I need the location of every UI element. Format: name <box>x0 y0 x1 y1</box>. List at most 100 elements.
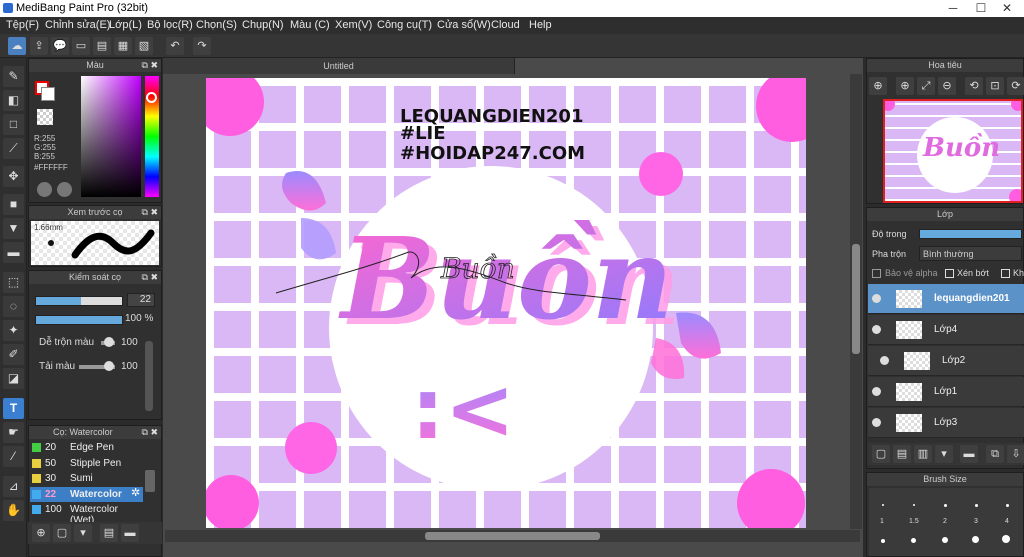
duplicate-layer-icon[interactable]: ⧉ <box>986 445 1004 463</box>
close-icon[interactable]: ✕ <box>994 0 1020 17</box>
maximize-icon[interactable]: ☐ <box>968 0 994 17</box>
rotate-left-icon[interactable]: ⟲ <box>965 77 983 95</box>
menu-window[interactable]: Cửa sổ(W) <box>437 19 491 31</box>
brush-size-value[interactable]: 22 <box>127 293 155 307</box>
brush-list-item[interactable]: 100 Watercolor (Wet) <box>30 502 143 526</box>
zoom-out-icon[interactable]: ⊖ <box>938 77 956 95</box>
panel-close-icon[interactable]: ⧉ ✖ <box>142 59 158 72</box>
cloud-icon[interactable]: ☁ <box>8 37 26 55</box>
fill-rect-icon[interactable]: ■ <box>3 194 24 215</box>
rotate-right-icon[interactable]: ⟳ <box>1007 77 1024 95</box>
canvas-hscroll[interactable] <box>165 530 860 542</box>
shape-tool-icon[interactable]: □ <box>3 114 24 135</box>
redo-icon[interactable]: ↷ <box>193 37 211 55</box>
select-pen-icon[interactable]: ✐ <box>3 344 24 365</box>
fit-window-icon[interactable]: ⤢ <box>917 77 935 95</box>
size-dot-10[interactable] <box>1002 535 1010 543</box>
size-dot-2[interactable] <box>913 504 915 506</box>
grid-icon[interactable]: ▦ <box>114 37 132 55</box>
panel-close-icon[interactable]: ⧉ ✖ <box>142 271 158 284</box>
bucket-tool-icon[interactable]: ▼ <box>3 218 24 239</box>
menu-cloud[interactable]: Cloud <box>491 19 520 31</box>
move-tool-icon[interactable]: ✥ <box>3 166 24 187</box>
menu-snap[interactable]: Chụp(N) <box>242 19 284 31</box>
window-icon[interactable]: ▭ <box>72 37 90 55</box>
menu-tools[interactable]: Công cụ(T) <box>377 19 432 31</box>
eye-icon[interactable] <box>872 387 881 396</box>
canvas-tab[interactable]: Untitled <box>163 58 515 74</box>
layer-menu-icon[interactable]: ▾ <box>935 445 953 463</box>
palette-icon[interactable] <box>37 182 52 197</box>
clipping-checkbox[interactable] <box>945 269 954 278</box>
layer-opacity-slider[interactable] <box>919 229 1022 239</box>
eye-icon[interactable] <box>872 325 881 334</box>
brush-size-slider[interactable] <box>35 296 123 306</box>
hand-tool-icon[interactable]: ✋ <box>3 500 24 521</box>
size-dot-5[interactable] <box>1006 504 1009 507</box>
brush-list-item[interactable]: 30 Sumi <box>30 471 143 486</box>
brush-list-scrollbar[interactable] <box>145 470 155 492</box>
minimize-icon[interactable]: ─ <box>940 0 966 17</box>
add-brush-icon[interactable]: ⊕ <box>32 524 50 542</box>
layer-row[interactable]: Lớp2 <box>868 346 1024 376</box>
undo-icon[interactable]: ↶ <box>166 37 184 55</box>
select-rect-icon[interactable]: ⬚ <box>3 272 24 293</box>
new-layer-icon[interactable]: ▢ <box>872 445 890 463</box>
ruler-tool-icon[interactable]: ⊿ <box>3 476 24 497</box>
layer-row[interactable]: Lớp1 <box>868 377 1024 407</box>
canvas-hscroll-thumb[interactable] <box>425 532 600 540</box>
select-eraser-icon[interactable]: ◪ <box>3 368 24 389</box>
page-icon[interactable]: ▤ <box>93 37 111 55</box>
export-icon[interactable]: ⇪ <box>30 37 48 55</box>
layer-row[interactable]: Lớp4 <box>868 315 1024 345</box>
gradient-tool-icon[interactable]: ▬ <box>3 242 24 263</box>
brush-settings-icon[interactable]: ▤ <box>100 524 118 542</box>
blend-mode-select[interactable]: Bình thường <box>919 246 1022 261</box>
operation-tool-icon[interactable]: ☛ <box>3 422 24 443</box>
size-dot-1[interactable] <box>882 504 884 506</box>
size-dot-6[interactable] <box>881 539 885 543</box>
new-brush-icon[interactable]: ▢ <box>53 524 71 542</box>
lasso-tool-icon[interactable]: ◌ <box>3 296 24 317</box>
eraser-tool-icon[interactable]: ◧ <box>3 90 24 111</box>
comment-icon[interactable]: 💬 <box>51 37 69 55</box>
size-dot-3[interactable] <box>944 504 947 507</box>
eye-icon[interactable] <box>872 418 881 427</box>
size-dot-9[interactable] <box>972 536 979 543</box>
menu-help[interactable]: Help <box>529 19 552 31</box>
secondary-color-swatch[interactable] <box>41 87 55 101</box>
hue-handle[interactable] <box>146 92 157 103</box>
menu-layer[interactable]: Lớp(L) <box>109 19 142 31</box>
layer-row[interactable]: lequangdien201 <box>868 284 1024 314</box>
settings-grid-icon[interactable]: ▧ <box>135 37 153 55</box>
brush-opacity-slider[interactable] <box>35 315 123 325</box>
brush-menu-icon[interactable]: ▾ <box>74 524 92 542</box>
brush-list-item[interactable]: 20 Edge Pen <box>30 440 143 455</box>
navigator-thumbnail[interactable]: Buồn <box>883 99 1023 203</box>
brush-list-item[interactable]: 22 Watercolor <box>30 486 143 502</box>
brush-list-item[interactable]: 50 Stipple Pen <box>30 456 143 471</box>
panel-close-icon[interactable]: ⧉ ✖ <box>142 426 158 439</box>
menu-filter[interactable]: Bộ lọc(R) <box>147 19 193 31</box>
dropper-tool-icon[interactable]: ⁄ <box>3 446 24 467</box>
brush-tool-icon[interactable]: ✎ <box>3 66 24 87</box>
new-8bit-layer-icon[interactable]: ▥ <box>914 445 932 463</box>
brush-settings-gear-icon[interactable]: ✲ <box>131 486 140 499</box>
menu-select[interactable]: Chọn(S) <box>196 19 237 31</box>
zoom-fit-icon[interactable]: ⊕ <box>869 77 887 95</box>
size-dot-7[interactable] <box>911 538 916 543</box>
merge-layer-icon[interactable]: ⇩ <box>1007 445 1024 463</box>
menu-file[interactable]: Tệp(F) <box>6 19 39 31</box>
brush-control-scrollbar[interactable] <box>145 341 153 411</box>
blend-handle[interactable] <box>104 337 114 347</box>
artwork-canvas[interactable]: LEQUANGDIEN201 #LIE #HOIDAP247.COM Buồn … <box>206 78 806 528</box>
protect-alpha-checkbox[interactable] <box>872 269 881 278</box>
zoom-in-icon[interactable]: ⊕ <box>896 77 914 95</box>
magic-wand-icon[interactable]: ✦ <box>3 320 24 341</box>
palette-add-icon[interactable] <box>57 182 72 197</box>
menu-color[interactable]: Màu (C) <box>290 19 330 31</box>
new-halftone-layer-icon[interactable]: ▤ <box>893 445 911 463</box>
canvas-vscroll[interactable] <box>850 74 862 529</box>
amount-handle[interactable] <box>104 361 114 371</box>
saturation-value-square[interactable] <box>81 76 141 197</box>
